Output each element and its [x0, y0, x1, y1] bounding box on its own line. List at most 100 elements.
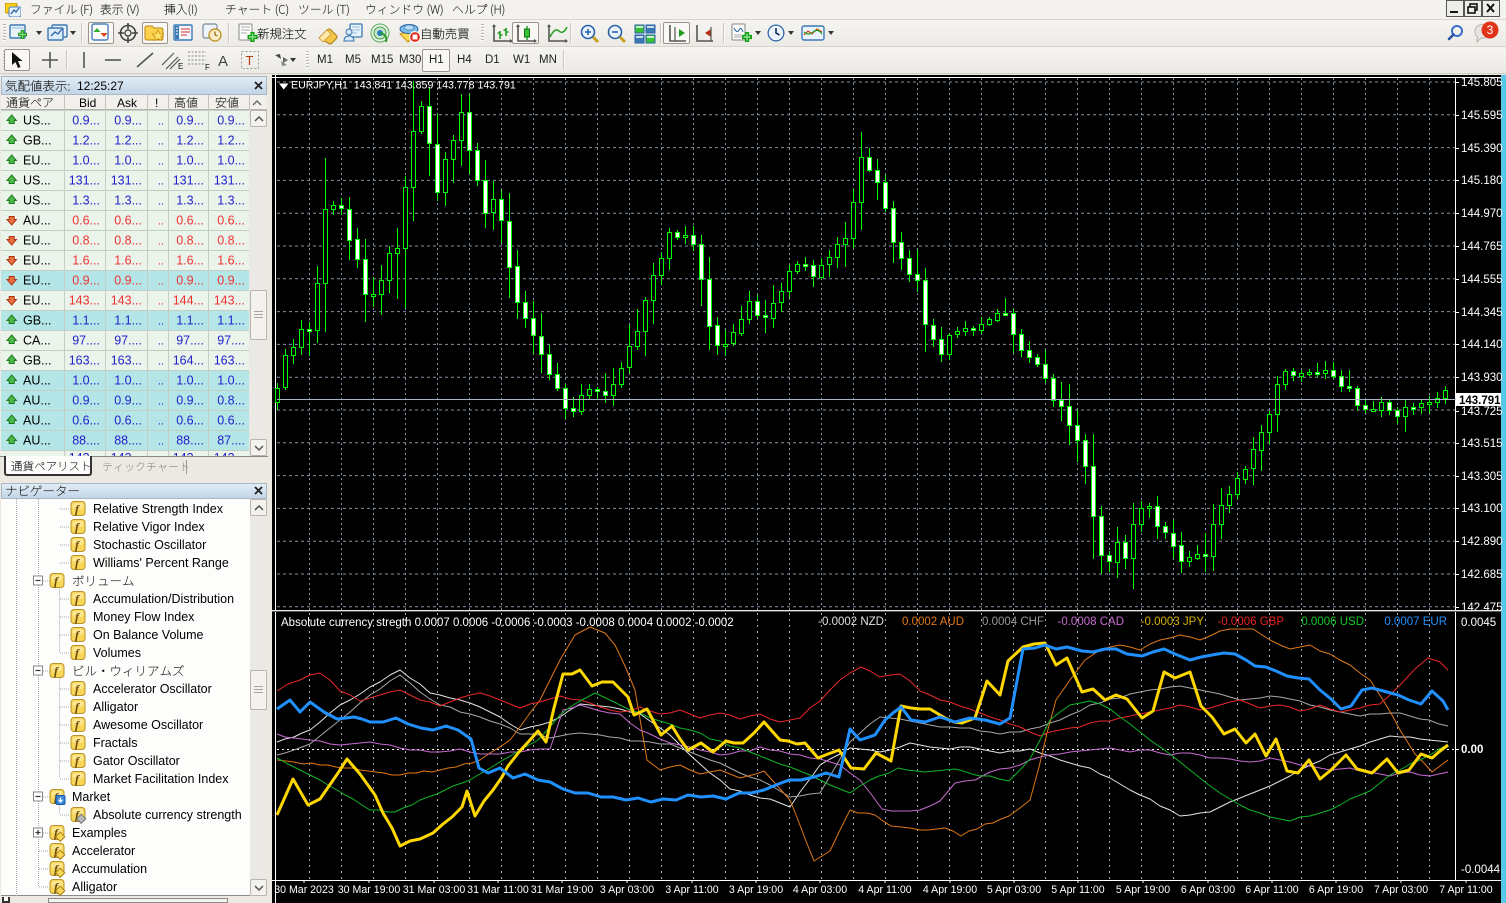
- svg-text:..: ..: [158, 396, 164, 408]
- svg-text:163...: 163...: [111, 354, 142, 368]
- svg-text:0.6...: 0.6...: [114, 214, 142, 228]
- svg-text:4 Apr 19:00: 4 Apr 19:00: [923, 884, 977, 896]
- svg-text:131...: 131...: [214, 174, 245, 188]
- svg-text:AU...: AU...: [23, 374, 51, 388]
- svg-text:Gator Oscillator: Gator Oscillator: [93, 754, 180, 768]
- svg-text:On Balance Volume: On Balance Volume: [93, 628, 204, 642]
- svg-text:1.0...: 1.0...: [176, 374, 204, 388]
- svg-text:143.930: 143.930: [1461, 372, 1503, 384]
- svg-text:144.140: 144.140: [1461, 339, 1503, 351]
- svg-text:0.9...: 0.9...: [114, 274, 142, 288]
- svg-text:145.180: 145.180: [1461, 175, 1503, 187]
- svg-text:-0.0008 CAD: -0.0008 CAD: [1058, 616, 1124, 628]
- svg-text:0.6...: 0.6...: [176, 414, 204, 428]
- svg-text:144.345: 144.345: [1461, 307, 1503, 319]
- svg-text:163...: 163...: [69, 354, 100, 368]
- svg-text:97....: 97....: [176, 334, 204, 348]
- svg-text:0.9...: 0.9...: [176, 394, 204, 408]
- svg-text:0.6...: 0.6...: [217, 414, 245, 428]
- svg-text:CA...: CA...: [23, 334, 51, 348]
- svg-text:0.00: 0.00: [1461, 744, 1483, 756]
- svg-text:31 Mar 11:00: 31 Mar 11:00: [467, 884, 529, 896]
- svg-text:142.685: 142.685: [1461, 569, 1503, 581]
- svg-text:0.6...: 0.6...: [217, 214, 245, 228]
- svg-text:1.2...: 1.2...: [217, 134, 245, 148]
- svg-text:1.0...: 1.0...: [176, 154, 204, 168]
- svg-text:144.970: 144.970: [1461, 208, 1503, 220]
- svg-text:1.6...: 1.6...: [72, 254, 100, 268]
- svg-text:Relative Vigor Index: Relative Vigor Index: [93, 520, 205, 534]
- svg-text:Absolute currency strength: Absolute currency strength: [93, 808, 242, 822]
- svg-text:143.305: 143.305: [1461, 471, 1503, 483]
- svg-text:145.805: 145.805: [1461, 77, 1503, 89]
- svg-text:143...: 143...: [111, 294, 142, 308]
- svg-text:1.3...: 1.3...: [176, 194, 204, 208]
- svg-text:Awesome Oscillator: Awesome Oscillator: [93, 718, 203, 732]
- svg-text:..: ..: [158, 216, 164, 228]
- svg-text:0.6...: 0.6...: [114, 414, 142, 428]
- svg-text:30 Mar 19:00: 30 Mar 19:00: [338, 884, 401, 896]
- svg-text:1.1...: 1.1...: [72, 314, 100, 328]
- svg-text:143...: 143...: [214, 294, 245, 308]
- svg-text:3 Apr 11:00: 3 Apr 11:00: [665, 884, 719, 896]
- svg-text:97....: 97....: [217, 334, 245, 348]
- svg-text:-0.0002 NZD: -0.0002 NZD: [818, 616, 884, 628]
- svg-text:F: F: [205, 63, 210, 71]
- svg-text:..: ..: [158, 296, 164, 308]
- svg-text:A: A: [218, 53, 228, 70]
- svg-text:1.0...: 1.0...: [217, 374, 245, 388]
- svg-text:97....: 97....: [114, 334, 142, 348]
- svg-text:1.1...: 1.1...: [217, 314, 245, 328]
- svg-text:Money Flow Index: Money Flow Index: [93, 610, 195, 624]
- svg-text:1.6...: 1.6...: [217, 254, 245, 268]
- svg-text:AU...: AU...: [23, 434, 51, 448]
- svg-text:1.2...: 1.2...: [72, 134, 100, 148]
- svg-text:Accumulation: Accumulation: [72, 862, 147, 876]
- svg-text:..: ..: [158, 416, 164, 428]
- svg-text:143.100: 143.100: [1461, 503, 1503, 515]
- svg-text:-0.0044: -0.0044: [1461, 864, 1501, 876]
- svg-text:Fractals: Fractals: [93, 736, 137, 750]
- svg-text:131...: 131...: [173, 174, 204, 188]
- svg-text:144.765: 144.765: [1461, 241, 1503, 253]
- svg-text:142.890: 142.890: [1461, 536, 1503, 548]
- svg-text:..: ..: [158, 176, 164, 188]
- svg-text:6 Apr 03:00: 6 Apr 03:00: [1181, 884, 1235, 896]
- svg-text:AU...: AU...: [23, 214, 51, 228]
- svg-text:5 Apr 03:00: 5 Apr 03:00: [987, 884, 1041, 896]
- svg-text:3 Apr 19:00: 3 Apr 19:00: [729, 884, 783, 896]
- svg-text:0.8...: 0.8...: [217, 394, 245, 408]
- svg-text:AU...: AU...: [23, 414, 51, 428]
- svg-text:0.6...: 0.6...: [176, 214, 204, 228]
- svg-text:AU...: AU...: [23, 394, 51, 408]
- svg-text:-0.0006 GBP: -0.0006 GBP: [1218, 616, 1285, 628]
- svg-text:0.9...: 0.9...: [114, 394, 142, 408]
- svg-text:0.6...: 0.6...: [72, 214, 100, 228]
- svg-text:1.0...: 1.0...: [217, 154, 245, 168]
- svg-text:87....: 87....: [217, 434, 245, 448]
- svg-text:0.9...: 0.9...: [72, 394, 100, 408]
- svg-text:T: T: [246, 53, 254, 68]
- svg-text:1.3...: 1.3...: [114, 194, 142, 208]
- svg-text:1.0...: 1.0...: [72, 154, 100, 168]
- svg-text:GB...: GB...: [23, 354, 51, 368]
- svg-text:EU...: EU...: [23, 294, 51, 308]
- svg-text:0.0045: 0.0045: [1461, 617, 1496, 629]
- svg-text:164...: 164...: [173, 354, 204, 368]
- svg-text:EU...: EU...: [23, 274, 51, 288]
- svg-text:..: ..: [158, 436, 164, 448]
- svg-text:Volumes: Volumes: [93, 646, 141, 660]
- svg-text:..: ..: [158, 276, 164, 288]
- svg-text:..: ..: [158, 376, 164, 388]
- svg-text:Alligator: Alligator: [93, 700, 138, 714]
- svg-text:1.0...: 1.0...: [72, 374, 100, 388]
- svg-text:3 Apr 03:00: 3 Apr 03:00: [600, 884, 654, 896]
- svg-text:..: ..: [158, 156, 164, 168]
- svg-text:1.2...: 1.2...: [114, 134, 142, 148]
- svg-text:131...: 131...: [111, 174, 142, 188]
- svg-text:1.6...: 1.6...: [176, 254, 204, 268]
- svg-text:Market: Market: [72, 790, 111, 804]
- svg-text:3: 3: [1487, 23, 1494, 37]
- svg-text:0.8...: 0.8...: [176, 234, 204, 248]
- svg-text:Relative Strength Index: Relative Strength Index: [93, 502, 224, 516]
